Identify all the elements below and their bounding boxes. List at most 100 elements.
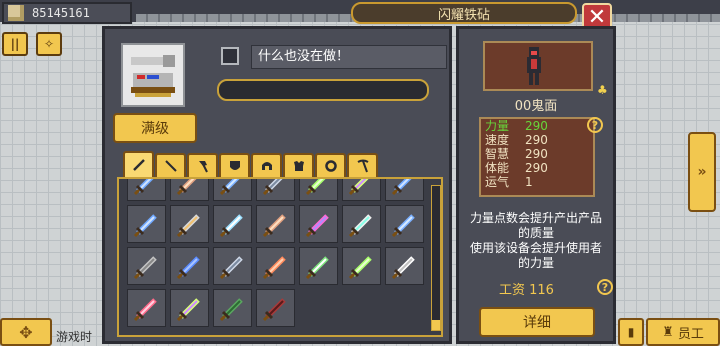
money-display: 85145161 [2,2,132,24]
weapon-slot-partial[interactable] [213,179,252,201]
stats-box: 力量 290 速度 290 智慧 290 体能 290 运气 1 [479,117,595,197]
sword-icon [305,214,329,238]
sword-icon [176,214,200,238]
weapon-slot[interactable] [213,289,252,327]
sword-icon [132,159,145,171]
sword-icon [133,298,157,322]
tab-axe[interactable] [187,153,218,177]
stat-description: 力量点数会提升产出产品 的质量 使用该设备会提升使用者 的力量 [463,211,609,271]
tab-sword[interactable] [123,151,154,177]
ring-icon [324,160,337,172]
weapon-slot[interactable] [342,205,381,243]
helmet-icon [261,162,272,170]
stat-value: 290 [525,119,548,133]
sword-icon [176,256,200,280]
window-title: 闪耀铁砧 [351,2,577,24]
weapon-slot-partial[interactable] [256,179,295,201]
scroll-thumb[interactable] [432,320,440,330]
sword-icon [176,298,200,322]
weapon-slot[interactable] [256,289,295,327]
weapon-slot-partial[interactable] [127,179,166,201]
sword-icon [305,256,329,280]
tab-helmet[interactable] [251,153,282,177]
move-button[interactable]: ✥ [0,318,52,346]
building-icon [8,5,24,21]
desc-line-1: 力量点数会提升产出产品 [469,211,602,225]
tab-armor[interactable] [283,153,314,177]
weapon-slot[interactable] [213,247,252,285]
shield-icon [229,161,240,170]
weapon-slot[interactable] [299,247,338,285]
tab-shield[interactable] [219,153,250,177]
weapon-grid-area [117,177,443,337]
menu-button[interactable]: || [2,32,28,56]
tab-pickaxe[interactable] [347,153,378,177]
weapon-slot[interactable] [385,247,424,285]
sword-icon [391,179,412,196]
double-chevron-right-icon: » [697,164,707,180]
window-title-text: 闪耀铁砧 [437,7,490,23]
next-page-button[interactable]: » [688,132,716,212]
wage-help-icon[interactable]: ? [597,279,613,295]
sword-icon [348,256,372,280]
weapon-slot[interactable] [342,247,381,285]
weapon-slot[interactable] [127,247,166,285]
tools-button[interactable]: ✧ [36,32,62,56]
weapon-scrollbar[interactable] [431,185,441,331]
weapon-slot[interactable] [127,289,166,327]
weapon-grid [127,179,424,327]
stat-value: 290 [525,147,548,161]
weapon-slot-partial[interactable] [342,179,381,201]
work-progress-bar [217,79,429,101]
sword-icon [219,214,243,238]
weapon-slot[interactable] [213,205,252,243]
weapon-slot[interactable] [170,247,209,285]
max-level-label: 满级 [141,121,169,137]
weapon-slot[interactable] [256,205,295,243]
weapon-slot[interactable] [127,205,166,243]
weapon-slot[interactable] [170,289,209,327]
staff-label: 员工 [677,326,704,342]
stat-help-icon[interactable]: ? [587,117,603,133]
sword-icon [305,179,326,196]
staff-button[interactable]: ♜ 员工 [646,318,720,346]
money-value: 85145161 [32,6,90,20]
detail-button[interactable]: 详细 [479,307,595,337]
stat-row: 运气 1 [481,175,593,189]
character-panel: ♣ 00鬼面 力量 290 速度 290 智慧 290 体能 290 运气 1 ? 力量点数会提升… [456,26,616,344]
side-button[interactable]: ▮ [618,318,644,346]
weapon-slot[interactable] [256,247,295,285]
max-level-button[interactable]: 满级 [113,113,197,143]
stat-label: 速度 [485,133,510,147]
bar-icon: ▮ [627,325,635,339]
sword-icon [262,214,286,238]
item-name-input[interactable]: 什么也没在做！ [251,45,447,69]
weapon-slot-partial[interactable] [385,179,424,201]
category-tabs [123,151,378,177]
weapon-slot-partial[interactable] [170,179,209,201]
detail-label: 详细 [523,315,551,331]
stat-label: 运气 [485,175,510,189]
staff-icon: ♜ [662,324,674,340]
tab-ring[interactable] [315,153,346,177]
sword-icon [262,256,286,280]
sword-icon [262,298,286,322]
weapon-slot-partial[interactable] [299,179,338,201]
rename-checkbox[interactable] [221,47,239,65]
sword-icon [176,179,197,196]
stat-row: 体能 290 [481,161,593,175]
desc-line-3: 使用该设备会提升使用者 [469,241,602,255]
sword-icon [391,256,415,280]
sword-icon [133,179,154,196]
weapon-slot[interactable] [170,205,209,243]
weapon-slot[interactable] [385,205,424,243]
tab-spear[interactable] [155,153,186,177]
anvil-icon [131,55,175,97]
stat-label: 力量 [485,119,510,133]
sword-icon [391,214,415,238]
character-sprite-icon [527,47,541,85]
sword-icon [133,256,157,280]
game-time-label: 游戏时 [56,330,93,344]
weapon-slot[interactable] [299,205,338,243]
desc-line-4: 的力量 [517,256,554,270]
